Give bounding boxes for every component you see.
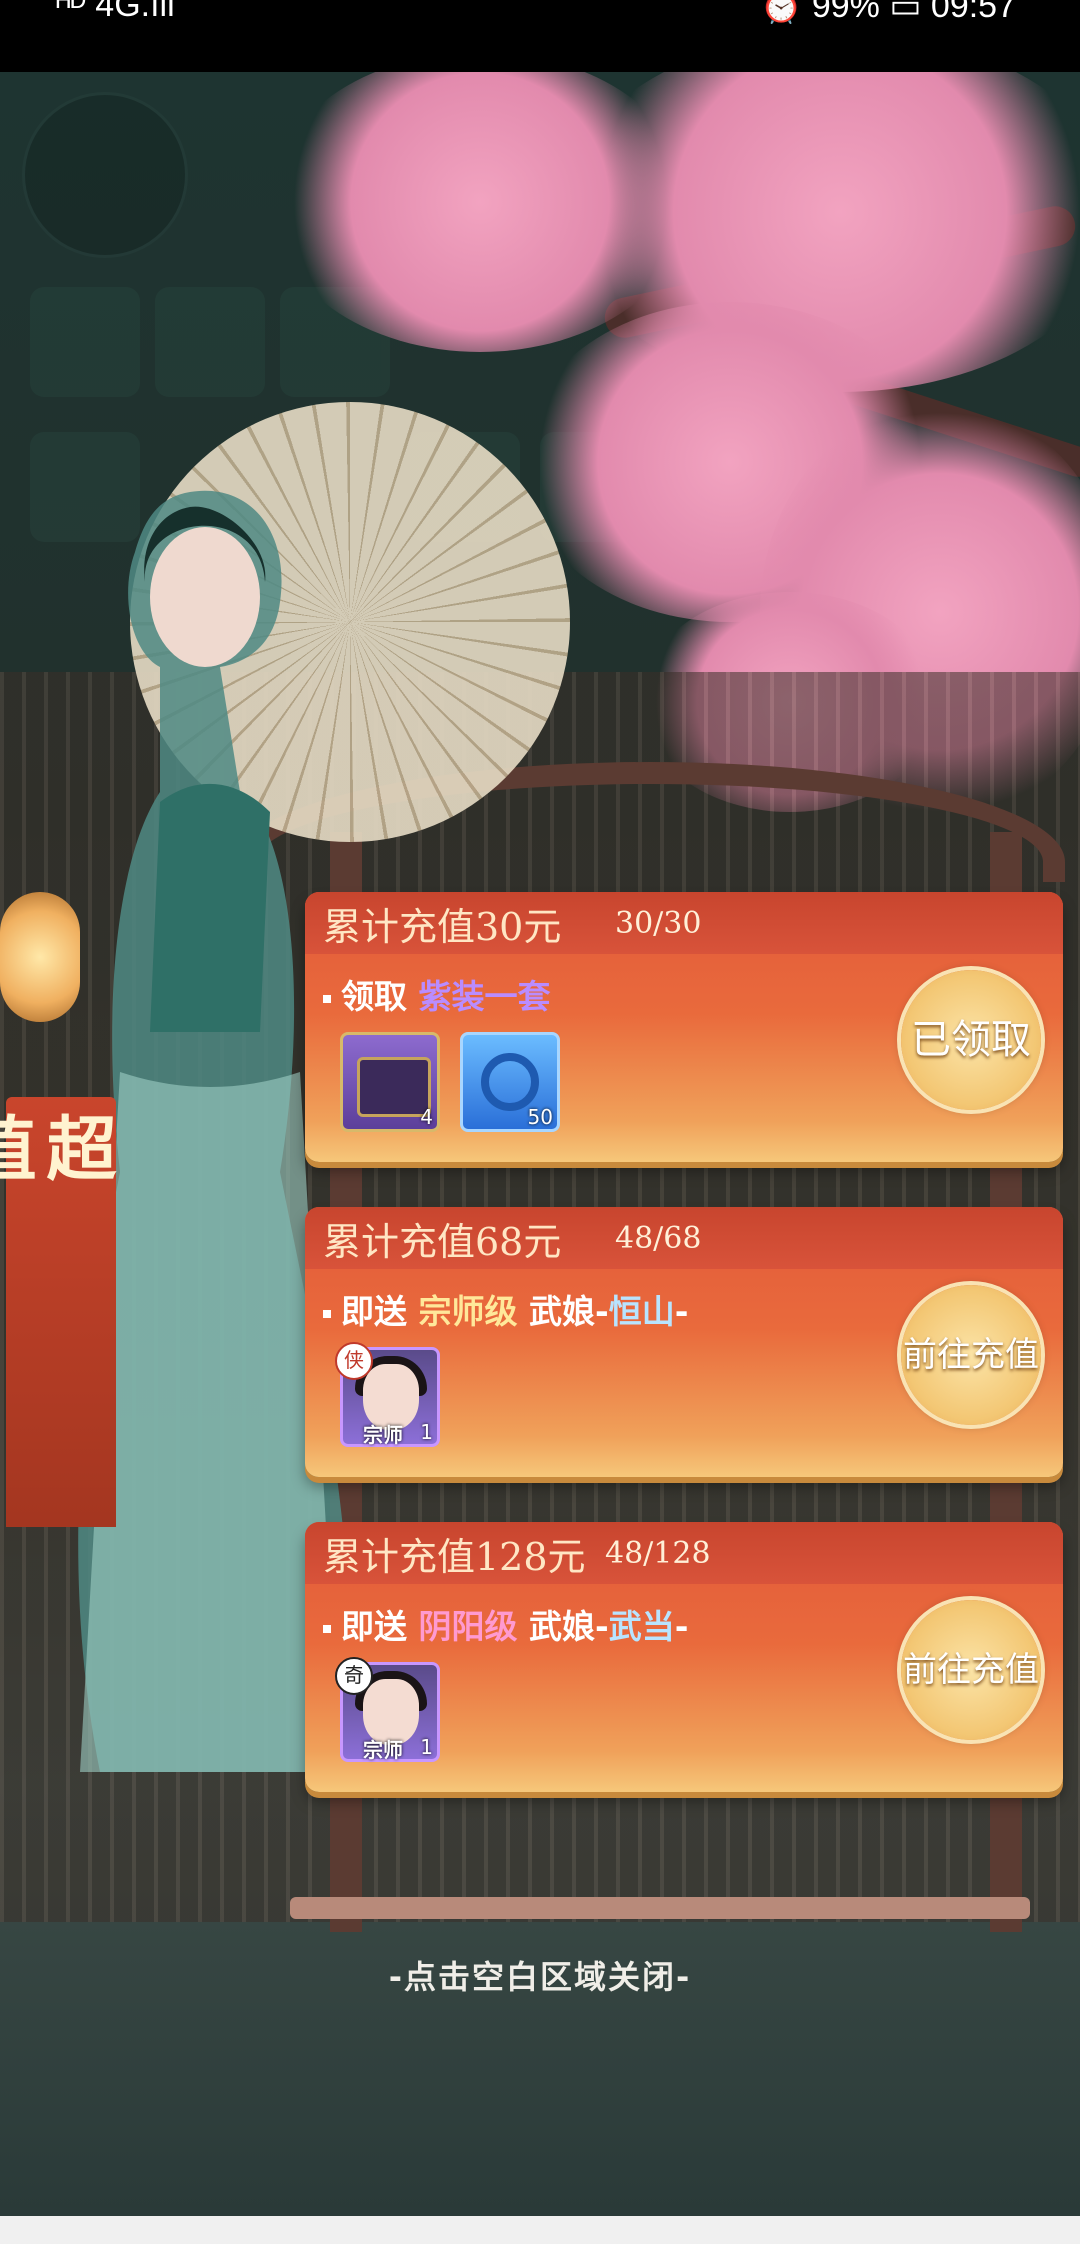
player-avatar <box>22 92 188 258</box>
banner-char: 值 <box>0 1112 38 1182</box>
item-count: 4 <box>420 1105 433 1129</box>
reward-title: 累计充值30元 <box>323 905 562 949</box>
banner-char: 超 <box>35 1112 118 1182</box>
rank-tag: 宗师 <box>363 1738 403 1762</box>
reward-item[interactable]: 奇 宗师 1 <box>335 1657 440 1762</box>
reward-grade: 宗师级 <box>418 1292 518 1331</box>
reward-card: 累计充值30元 30/30 领取 紫装一套 4 50 已领取 <box>305 892 1063 1162</box>
bullet-icon <box>323 1309 331 1318</box>
faction-badge: 奇 <box>335 1657 373 1695</box>
arch-base <box>290 1897 1030 1919</box>
bullet-icon <box>323 1624 331 1633</box>
status-bar: ᴴᴰ 4G.ıll ⏰ 99% ▭ 09:57 <box>0 0 1080 72</box>
reward-highlight: 紫装一套 <box>418 977 551 1016</box>
reward-progress: 48/128 <box>605 1536 711 1571</box>
reward-card: 累计充值128元 48/128 即送 阴阳级 武娘-武当- 奇 宗师 1 前往充… <box>305 1522 1063 1792</box>
bullet-icon <box>323 994 331 1003</box>
reward-lead: 即送 <box>341 1607 407 1646</box>
reward-lead: 领取 <box>341 977 407 1016</box>
lantern-decoration <box>0 892 80 1022</box>
popup-overlay[interactable]: 超 值 特 惠 累计充值30元 30/30 领取 紫装一套 4 50 已领取 累… <box>0 72 1080 2216</box>
hero-suffix: - <box>674 1607 689 1646</box>
menu-icon <box>30 287 140 397</box>
reward-description: 即送 宗师级 武娘-恒山- <box>323 1285 688 1333</box>
reward-description: 领取 紫装一套 <box>323 970 551 1018</box>
battery-time: ⏰ 99% ▭ 09:57 <box>760 0 1016 25</box>
reward-title: 累计充值128元 <box>323 1535 586 1579</box>
item-count: 1 <box>420 1735 433 1759</box>
reward-card: 累计充值68元 48/68 即送 宗师级 武娘-恒山- 侠 宗师 1 前往充值 <box>305 1207 1063 1477</box>
reward-progress: 30/30 <box>615 906 702 941</box>
hero-name: 武当 <box>608 1607 675 1646</box>
hero-label: 武娘- <box>529 1607 609 1646</box>
hero-label: 武娘- <box>529 1292 609 1331</box>
go-recharge-button[interactable]: 前往充值 <box>901 1600 1041 1740</box>
reward-description: 即送 阴阳级 武娘-武当- <box>323 1600 688 1648</box>
go-recharge-button[interactable]: 前往充值 <box>901 1285 1041 1425</box>
hero-suffix: - <box>674 1292 689 1331</box>
hero-name: 恒山 <box>608 1292 675 1331</box>
rank-tag: 宗师 <box>363 1423 403 1447</box>
system-navigation-bar <box>0 2216 1080 2244</box>
promo-banner: 超 值 特 惠 <box>0 1097 118 1527</box>
signal-indicator: ᴴᴰ 4G.ıll <box>56 0 175 24</box>
item-count: 50 <box>527 1105 553 1129</box>
reward-grade: 阴阳级 <box>418 1607 518 1646</box>
reward-item[interactable]: 50 <box>460 1032 560 1132</box>
item-count: 1 <box>420 1420 433 1444</box>
reward-progress: 48/68 <box>615 1221 702 1256</box>
orb-icon <box>481 1053 539 1111</box>
reward-lead: 即送 <box>341 1292 407 1331</box>
reward-title: 累计充值68元 <box>323 1220 562 1264</box>
reward-item[interactable]: 侠 宗师 1 <box>335 1342 440 1447</box>
close-hint[interactable]: -点击空白区域关闭- <box>0 1952 1080 1998</box>
claimed-button[interactable]: 已领取 <box>901 970 1041 1110</box>
menu-icon <box>155 287 265 397</box>
reward-item[interactable]: 4 <box>340 1032 440 1132</box>
faction-badge: 侠 <box>335 1342 373 1380</box>
